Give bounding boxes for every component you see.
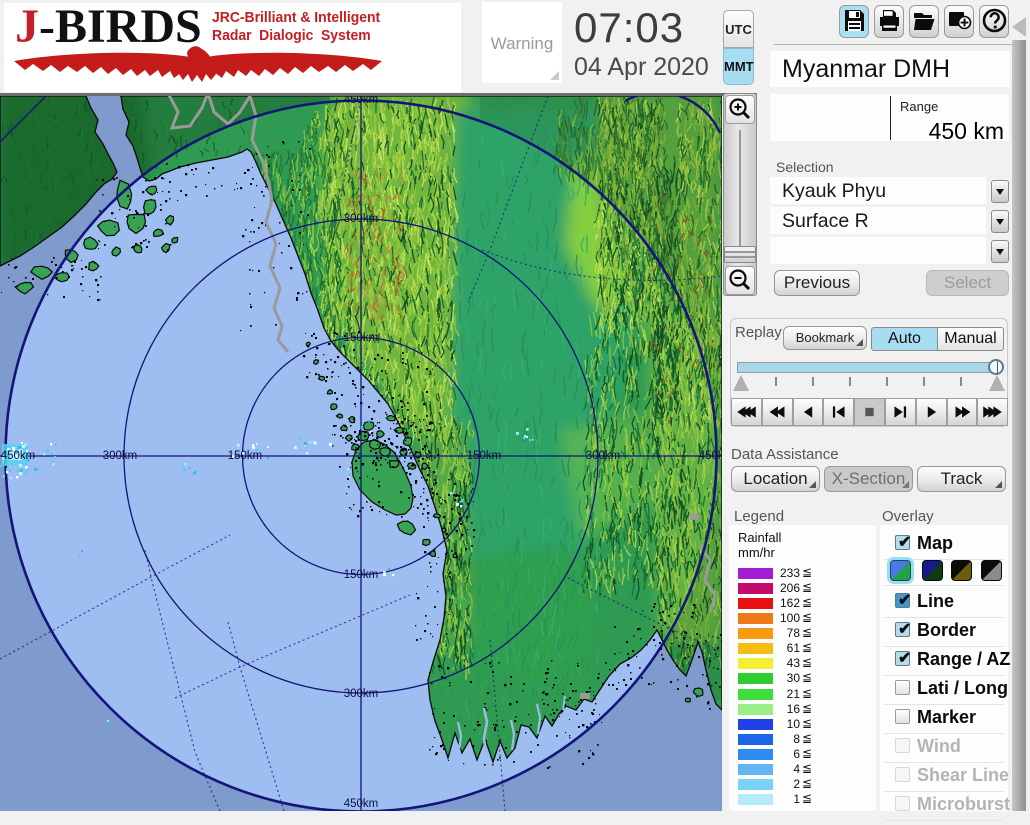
- svg-text:450km: 450km: [344, 798, 379, 810]
- svg-text:450km: 450km: [1, 450, 36, 462]
- svg-text:150km: 150km: [228, 450, 263, 462]
- svg-text:300km: 300km: [344, 688, 379, 700]
- svg-text:300km: 300km: [103, 450, 138, 462]
- svg-text:450km: 450km: [699, 450, 722, 462]
- svg-text:150km: 150km: [467, 450, 502, 462]
- svg-text:150km: 150km: [344, 332, 379, 344]
- svg-text:300km: 300km: [586, 450, 621, 462]
- svg-text:450km: 450km: [344, 96, 379, 106]
- svg-text:300km: 300km: [344, 213, 379, 225]
- svg-text:150km: 150km: [344, 569, 379, 581]
